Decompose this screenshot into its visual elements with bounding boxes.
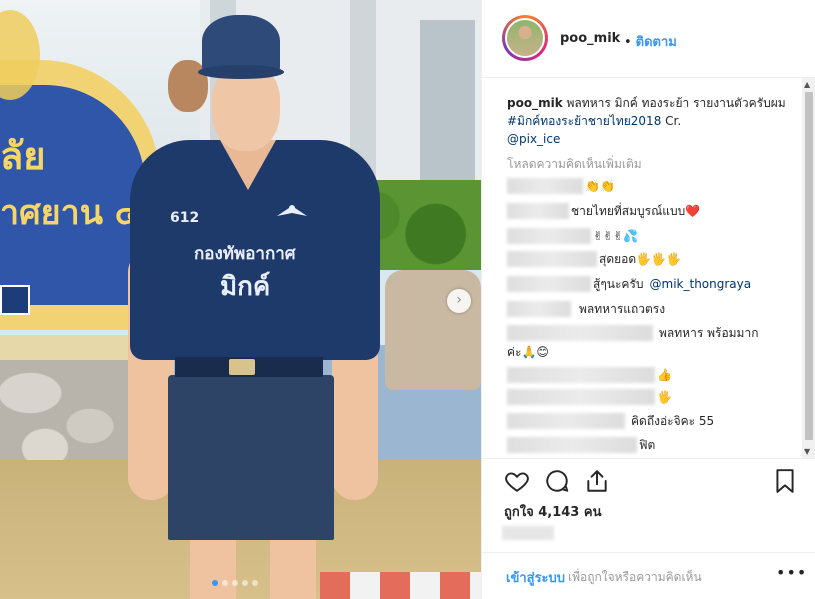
blurred-username — [507, 228, 591, 244]
comments-list[interactable]: poo_mik พลทหาร มิกค์ ทองระย้า รายงานตัวค… — [482, 78, 815, 458]
caption-credit: Cr. — [665, 114, 682, 128]
comment-mention[interactable]: @mik_thongraya — [650, 275, 752, 293]
comment-row: 🖐 — [507, 388, 672, 406]
carousel-dot — [242, 580, 248, 586]
bookmark-icon — [776, 469, 794, 493]
load-more-comments[interactable]: โหลดความคิดเห็นเพิ่มเติม — [507, 155, 642, 174]
sign-text-1: ลัย — [0, 133, 46, 178]
blurred-username — [507, 203, 569, 219]
like-button[interactable] — [504, 468, 530, 494]
post-header: poo_mik • ติดตาม — [482, 0, 815, 78]
post-caption: poo_mik พลทหาร มิกค์ ทองระย้า รายงานตัวค… — [507, 94, 797, 148]
share-button[interactable] — [584, 468, 610, 494]
follow-wrap: • ติดตาม — [624, 31, 677, 52]
comment-button[interactable] — [544, 468, 570, 494]
scrollbar-thumb[interactable] — [805, 92, 813, 440]
comment-icon — [546, 470, 569, 492]
caption-hashtag[interactable]: #มิกค์ทองระย้าชายไทย2018 — [507, 114, 661, 128]
photo-sign-logo — [0, 285, 30, 315]
blurred-username — [507, 276, 591, 292]
avatar-story-ring[interactable] — [502, 15, 548, 61]
separator-dot: • — [624, 35, 632, 50]
blurred-username — [507, 178, 583, 194]
blurred-username — [507, 251, 597, 267]
comment-row: สุดยอด🖐🖐🖐 — [507, 250, 681, 268]
comments-scrollbar[interactable]: ▲ ▼ — [802, 78, 815, 458]
comment-text: คิดถึงอ่ะจิคะ 55 — [631, 414, 715, 428]
carousel-dot — [222, 580, 228, 586]
share-icon — [587, 470, 607, 492]
shirt-text-1: กองทัพอากาศ — [194, 244, 296, 264]
comment-text: ชายไทยที่สมบูรณ์แบบ❤️ — [571, 204, 701, 218]
follow-button[interactable]: ติดตาม — [636, 35, 677, 50]
blurred-username — [507, 325, 653, 341]
post-photo: ลัย าศยาน ๔ 612 กองทัพอากาศ มิกค์ › — [0, 0, 481, 599]
comment-row: สู้ๆนะครับ @mik_thongraya — [507, 275, 751, 293]
likes-count[interactable]: ถูกใจ 4,143 คน — [504, 501, 601, 522]
post-footer: เข้าสู่ระบบ เพื่อถูกใจหรือความคิดเห็น ••… — [482, 552, 815, 599]
caption-mention[interactable]: @pix_ice — [507, 132, 560, 146]
carousel-dot — [212, 580, 218, 586]
blurred-post-date — [502, 526, 554, 540]
air-force-wings-icon — [277, 205, 307, 216]
photo-person: 612 กองทัพอากาศ มิกค์ — [120, 15, 390, 599]
comment-row: ✌✌✌💦 — [507, 227, 638, 245]
person-shorts — [168, 375, 334, 540]
save-button[interactable] — [772, 468, 798, 494]
comment-text: 👏👏 — [585, 179, 615, 193]
blurred-username — [507, 413, 625, 429]
carousel-dots — [212, 580, 258, 586]
shirt-text-2: มิกค์ — [220, 272, 271, 302]
heart-icon — [505, 472, 529, 492]
comment-row: ฟิต — [507, 436, 655, 454]
photo-door — [420, 20, 475, 190]
scroll-up-icon[interactable]: ▲ — [804, 80, 810, 89]
blurred-username — [507, 367, 655, 383]
blurred-username — [507, 437, 637, 453]
comment-row: ชายไทยที่สมบูรณ์แบบ❤️ — [507, 202, 700, 220]
comment-text: 🖐 — [657, 390, 672, 404]
more-options-button[interactable]: ••• — [776, 563, 807, 582]
comment-row-continued: ค่ะ🙏😊 — [507, 343, 549, 361]
comment-row: 👏👏 — [507, 177, 615, 195]
username-link[interactable]: poo_mik — [560, 31, 620, 46]
shirt-number: 612 — [170, 210, 200, 226]
comment-row: พลทหาร พร้อมมาก — [507, 324, 758, 342]
person-cap-visor — [198, 65, 284, 79]
carousel-dot — [252, 580, 258, 586]
comment-row: 👍 — [507, 366, 672, 384]
photo-planter — [385, 270, 481, 390]
comment-row: คิดถึงอ่ะจิคะ 55 — [507, 412, 714, 430]
person-leg-left — [190, 540, 236, 599]
next-image-button[interactable]: › — [447, 289, 471, 313]
blurred-username — [507, 389, 655, 405]
carousel-dot — [232, 580, 238, 586]
person-belt-buckle — [229, 359, 255, 375]
comment-text: สู้ๆนะครับ — [593, 277, 644, 291]
login-prompt-text: เพื่อถูกใจหรือความคิดเห็น — [568, 570, 702, 584]
caption-username[interactable]: poo_mik — [507, 96, 563, 110]
post-actions — [482, 458, 815, 498]
avatar[interactable] — [505, 18, 545, 58]
blurred-username — [507, 301, 571, 317]
comment-text: ✌✌✌💦 — [593, 229, 639, 243]
comment-text: 👍 — [657, 368, 672, 382]
comment-text: ฟิต — [639, 438, 656, 452]
login-link[interactable]: เข้าสู่ระบบ — [506, 567, 565, 588]
comment-row: พลทหารแถวตรง — [507, 300, 665, 318]
post-side-panel: poo_mik • ติดตาม poo_mik พลทหาร มิกค์ ทอง… — [481, 0, 815, 599]
comment-text: พลทหารแถวตรง — [579, 302, 666, 316]
person-leg-right — [270, 540, 316, 599]
caption-text: พลทหาร มิกค์ ทองระย้า รายงานตัวครับผม — [566, 96, 786, 110]
scroll-down-icon[interactable]: ▼ — [804, 447, 810, 456]
comment-text: พลทหาร พร้อมมาก — [659, 326, 759, 340]
comment-text: สุดยอด🖐🖐🖐 — [599, 252, 681, 266]
comment-text: ค่ะ🙏😊 — [507, 345, 549, 359]
